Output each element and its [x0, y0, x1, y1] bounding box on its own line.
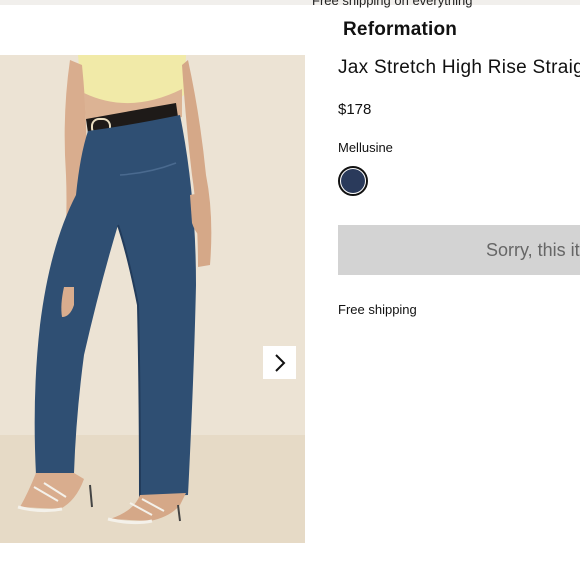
top-banner-text: Free shipping on everything [312, 0, 473, 8]
chevron-right-icon [274, 353, 285, 372]
product-price: $178 [338, 101, 372, 118]
brand-logo[interactable]: Reformation [343, 19, 457, 41]
swatch-color [341, 169, 365, 193]
next-image-button[interactable] [263, 346, 296, 379]
shipping-note: Free shipping [338, 302, 417, 317]
product-title: Jax Stretch High Rise Straight Jeans [338, 57, 580, 78]
color-swatch-mellusine[interactable] [338, 166, 368, 196]
product-image-gallery[interactable] [0, 55, 305, 543]
selected-color-name: Mellusine [338, 140, 393, 155]
sold-out-button[interactable]: Sorry, this item is sold out [338, 225, 580, 275]
top-banner-strip [0, 0, 580, 5]
product-image [0, 55, 305, 543]
product-page: Free shipping on everything Reformation [0, 0, 580, 580]
